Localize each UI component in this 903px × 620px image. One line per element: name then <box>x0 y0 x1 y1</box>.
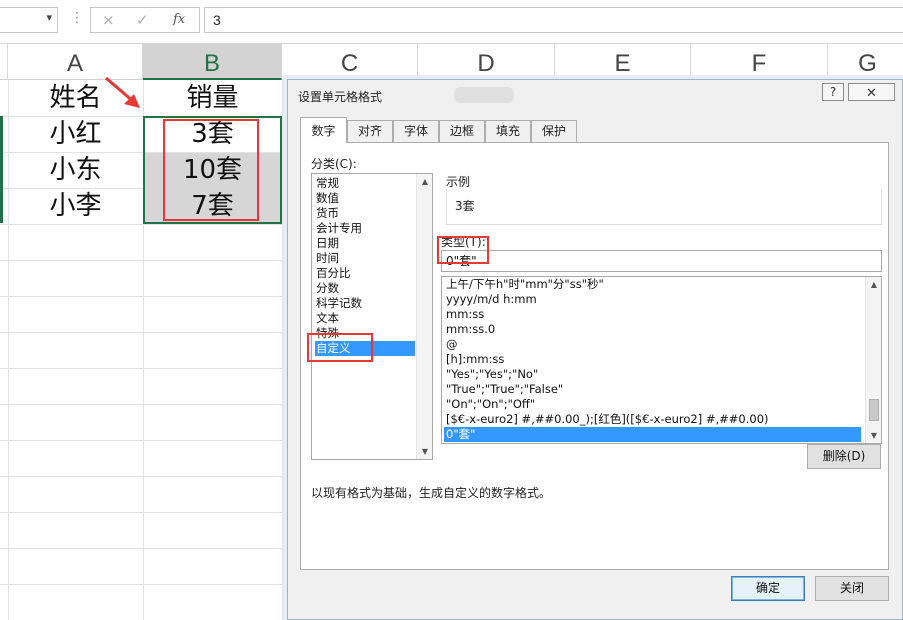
category-label: 分类(C): <box>311 157 357 171</box>
category-item-text[interactable]: 文本 <box>315 311 415 326</box>
more-vertical-icon[interactable]: ⋮ <box>70 10 84 26</box>
format-item[interactable]: mm:ss.0 <box>444 322 861 337</box>
category-scrollbar[interactable]: ▲ ▼ <box>416 174 432 459</box>
description-text: 以现有格式为基础，生成自定义的数字格式。 <box>311 486 552 500</box>
category-item-percentage[interactable]: 百分比 <box>315 266 415 281</box>
tab-font[interactable]: 字体 <box>393 120 439 142</box>
category-item-general[interactable]: 常规 <box>315 176 415 191</box>
number-tab-panel: 分类(C): 常规 数值 货币 会计专用 日期 时间 百分比 分数 科学记数 文… <box>300 142 889 570</box>
cell-b1[interactable]: 销量 <box>143 80 282 116</box>
format-item[interactable]: 上午/下午h"时"mm"分"ss"秒" <box>444 277 861 292</box>
ok-button[interactable]: 确定 <box>731 576 805 601</box>
category-item-currency[interactable]: 货币 <box>315 206 415 221</box>
annotation-box-type <box>437 236 489 264</box>
format-item[interactable]: [h]:mm:ss <box>444 352 861 367</box>
format-cells-dialog: 设置单元格格式 ? ✕ 数字 对齐 字体 边框 填充 保护 分类(C): 常规 … <box>287 79 903 620</box>
select-all-corner[interactable] <box>0 44 8 80</box>
format-item[interactable]: @ <box>444 337 861 352</box>
annotation-box-category <box>307 333 373 362</box>
column-header-c[interactable]: C <box>282 44 418 80</box>
insert-function-icon[interactable]: fx <box>173 12 185 27</box>
cell-a2[interactable]: 小红 <box>8 116 143 152</box>
close-button[interactable]: ✕ <box>848 83 895 101</box>
column-header-g[interactable]: G <box>828 44 903 80</box>
tab-number[interactable]: 数字 <box>300 117 347 143</box>
name-box[interactable]: ▾ <box>0 7 58 33</box>
format-scrollbar[interactable]: ▲ ▼ <box>865 277 881 443</box>
cell-a4[interactable]: 小李 <box>8 188 143 224</box>
category-item-time[interactable]: 时间 <box>315 251 415 266</box>
tab-fill[interactable]: 填充 <box>485 120 531 142</box>
column-header-f[interactable]: F <box>691 44 828 80</box>
help-button[interactable]: ? <box>822 83 844 101</box>
scroll-up-icon[interactable]: ▲ <box>417 174 433 189</box>
close-dialog-button[interactable]: 关闭 <box>815 576 889 601</box>
scroll-down-icon[interactable]: ▼ <box>866 428 881 443</box>
format-item[interactable]: [$€-x-euro2] #,##0.00_);[红色]([$€-x-euro2… <box>444 412 861 427</box>
chevron-down-icon[interactable]: ▾ <box>46 11 52 24</box>
cancel-icon[interactable]: × <box>102 11 115 29</box>
cell-a3[interactable]: 小东 <box>8 152 143 188</box>
tab-protection[interactable]: 保护 <box>531 120 577 142</box>
sample-box: 3套 <box>446 189 882 225</box>
gridline <box>282 80 283 620</box>
format-item[interactable]: "True";"True";"False" <box>444 382 861 397</box>
type-input[interactable]: 0"套" <box>441 250 882 272</box>
annotation-box-cells <box>163 119 259 221</box>
formula-bar: ▾ ⋮ × ✓ fx 3 <box>0 0 903 44</box>
row-selection-indicator <box>0 116 3 223</box>
formula-bar-buttons: × ✓ fx <box>90 7 200 33</box>
format-item[interactable]: yyyy/m/d h:mm <box>444 292 861 307</box>
enter-check-icon[interactable]: ✓ <box>136 11 149 29</box>
category-item-accounting[interactable]: 会计专用 <box>315 221 415 236</box>
scroll-thumb[interactable] <box>869 399 879 421</box>
close-icon: ✕ <box>866 86 877 101</box>
column-header-b[interactable]: B <box>143 44 282 80</box>
category-item-scientific[interactable]: 科学记数 <box>315 296 415 311</box>
category-item-number[interactable]: 数值 <box>315 191 415 206</box>
sample-label: 示例 <box>446 175 471 189</box>
background-blur <box>454 87 514 103</box>
column-header-e[interactable]: E <box>555 44 691 80</box>
sample-value: 3套 <box>455 199 475 213</box>
scroll-down-icon[interactable]: ▼ <box>417 444 433 459</box>
format-code-list[interactable]: 上午/下午h"时"mm"分"ss"秒" yyyy/m/d h:mm mm:ss … <box>441 276 882 444</box>
format-item[interactable]: "Yes";"Yes";"No" <box>444 367 861 382</box>
category-item-date[interactable]: 日期 <box>315 236 415 251</box>
tab-border[interactable]: 边框 <box>439 120 485 142</box>
formula-input[interactable]: 3 <box>204 7 903 33</box>
category-list[interactable]: 常规 数值 货币 会计专用 日期 时间 百分比 分数 科学记数 文本 特殊 自定… <box>311 173 433 460</box>
scroll-up-icon[interactable]: ▲ <box>866 277 881 292</box>
format-item-selected[interactable]: 0"套" <box>444 427 861 442</box>
annotation-arrow-icon <box>105 76 140 108</box>
tab-alignment[interactable]: 对齐 <box>347 120 393 142</box>
dialog-title: 设置单元格格式 <box>298 90 383 104</box>
format-item[interactable]: mm:ss <box>444 307 861 322</box>
column-header-d[interactable]: D <box>418 44 555 80</box>
format-item[interactable]: "On";"On";"Off" <box>444 397 861 412</box>
category-item-fraction[interactable]: 分数 <box>315 281 415 296</box>
delete-button[interactable]: 删除(D) <box>807 444 881 469</box>
